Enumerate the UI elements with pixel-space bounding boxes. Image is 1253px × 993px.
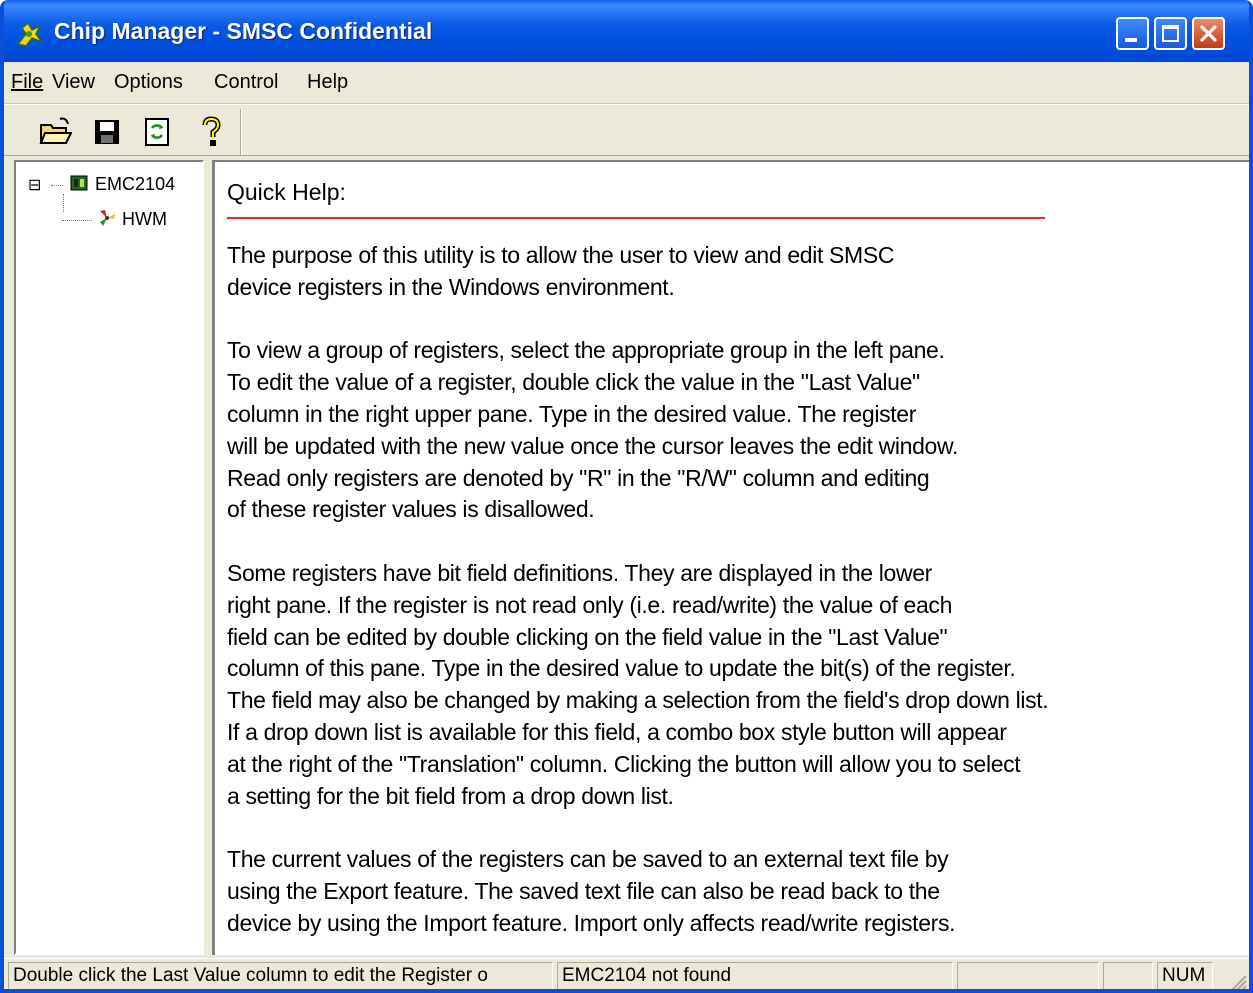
- window-title: Chip Manager - SMSC Confidential: [54, 18, 433, 44]
- menu-options[interactable]: Options: [114, 71, 183, 94]
- open-button[interactable]: [38, 115, 73, 149]
- resize-grip-icon[interactable]: [1227, 971, 1247, 991]
- open-folder-icon: [39, 117, 73, 144]
- menu-view[interactable]: View: [52, 71, 95, 94]
- menu-bar: File View Options Control Help: [4, 62, 1249, 104]
- toolbar: [4, 104, 1249, 156]
- close-icon: [1200, 25, 1217, 42]
- tree-node-hwm[interactable]: HWM: [62, 208, 167, 230]
- title-bar[interactable]: Chip Manager - SMSC Confidential: [4, 0, 1249, 62]
- fan-icon: [100, 210, 116, 226]
- menu-control-label: Control: [214, 71, 279, 93]
- maximize-icon: [1162, 25, 1179, 42]
- quick-help-pane: Quick Help: The purpose of this utility …: [212, 160, 1249, 955]
- tree-connector: [62, 219, 92, 221]
- tree-node-label: HWM: [122, 209, 168, 229]
- menu-help-label: Help: [307, 71, 349, 93]
- refresh-button[interactable]: [140, 115, 174, 149]
- status-panel-empty-1: [957, 962, 1099, 989]
- status-num-lock: NUM: [1157, 962, 1213, 989]
- tree-node-emc2104[interactable]: ⊟ EMC2104: [28, 174, 175, 195]
- device-tree[interactable]: ⊟ EMC2104 HWM: [14, 160, 204, 955]
- menu-help[interactable]: Help: [307, 71, 348, 94]
- minimize-button[interactable]: [1116, 17, 1149, 50]
- toolbar-separator: [240, 109, 242, 155]
- help-body: The purpose of this utility is to allow …: [227, 242, 1049, 936]
- refresh-icon: [145, 118, 169, 146]
- status-hint: Double click the Last Value column to ed…: [8, 962, 553, 989]
- menu-control[interactable]: Control: [214, 71, 278, 94]
- tree-expander[interactable]: ⊟: [28, 175, 46, 195]
- close-button[interactable]: [1192, 17, 1225, 50]
- tree-node-label: EMC2104: [95, 174, 176, 194]
- status-bar: Double click the Last Value column to ed…: [4, 958, 1249, 991]
- tree-connector: [51, 184, 64, 186]
- chip-manager-icon: [16, 21, 44, 47]
- help-question-icon: [202, 116, 221, 146]
- status-device: EMC2104 not found: [557, 962, 953, 989]
- help-divider: [227, 217, 1045, 219]
- minimize-icon: [1125, 38, 1137, 42]
- save-disk-icon: [95, 120, 119, 144]
- maximize-button[interactable]: [1154, 17, 1187, 50]
- menu-file-label: File: [11, 71, 44, 93]
- help-button[interactable]: [194, 115, 228, 149]
- status-panel-empty-2: [1103, 962, 1153, 989]
- help-title: Quick Help:: [227, 179, 346, 205]
- menu-view-label: View: [52, 71, 95, 93]
- menu-options-label: Options: [114, 71, 183, 93]
- menu-file[interactable]: File: [11, 71, 43, 94]
- chip-icon: [70, 175, 88, 191]
- save-button[interactable]: [90, 115, 124, 149]
- pane-splitter[interactable]: [204, 160, 212, 955]
- app-window: Chip Manager - SMSC Confidential File Vi…: [0, 0, 1253, 993]
